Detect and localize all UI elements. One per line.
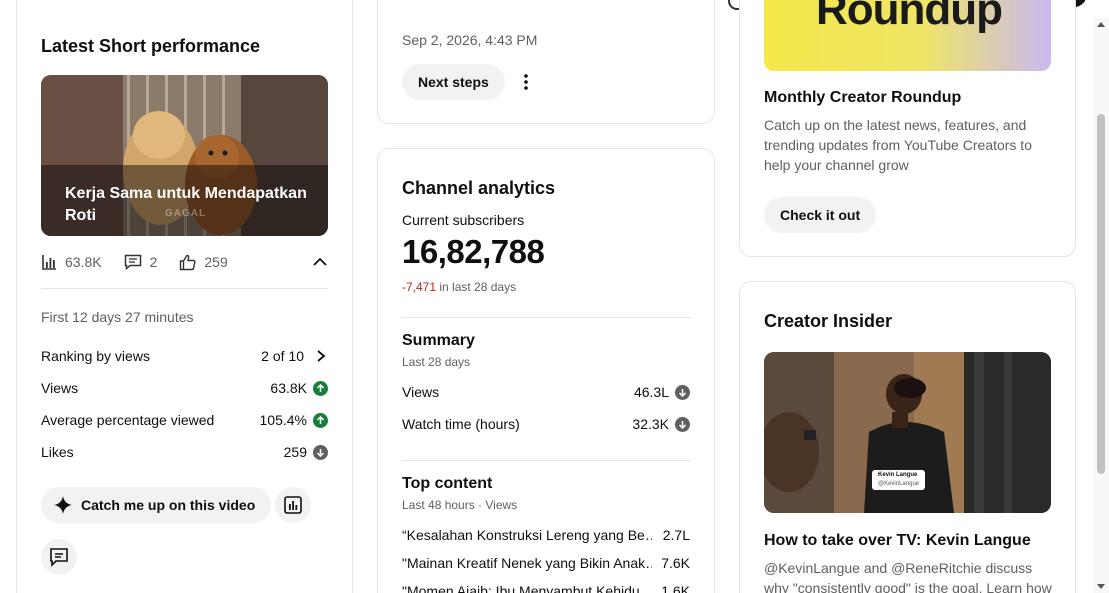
insider-description: @KevinLangue and @ReneRitchie discuss wh… [764, 560, 1052, 593]
roundup-description: Catch up on the latest news, features, a… [764, 117, 1032, 173]
timestamp: Sep 2, 2026, 4:43 PM [402, 32, 538, 48]
insider-title: Creator Insider [764, 311, 893, 331]
arrow-up-icon [313, 380, 328, 396]
short-thumbnail[interactable]: Kerja Sama untuk Mendapatkan Roti GAGAL [41, 75, 328, 236]
creator-insider-card: Creator Insider Kevin Langue @KevinLangu… [739, 281, 1076, 593]
avg-percentage-row: Average percentage viewed 105.4% [41, 412, 328, 428]
views-row: Views 63.8K [41, 380, 328, 396]
arrow-down-icon [313, 444, 328, 460]
top-content-row[interactable]: "Momen Ajaib: Ibu Menyambut Kehidu… 1.6K [402, 583, 690, 593]
ranking-row[interactable]: Ranking by views 2 of 10 [41, 348, 328, 364]
analytics-icon-button[interactable] [275, 487, 311, 523]
divider [41, 288, 328, 289]
catch-me-up-button[interactable]: Catch me up on this video [41, 487, 272, 523]
short-video-title: Kerja Sama untuk Mendapatkan Roti [65, 185, 307, 224]
like-icon [179, 254, 196, 271]
next-steps-button[interactable]: Next steps [402, 64, 505, 100]
page-scrollbar[interactable] [1093, 18, 1109, 593]
divider [402, 460, 691, 461]
roundup-banner[interactable]: Roundup [764, 0, 1051, 71]
watermark-text: GAGAL [165, 208, 207, 219]
views-stat: 63.8K [65, 254, 102, 270]
collapse-chevron-icon[interactable] [312, 254, 328, 270]
more-options-icon[interactable] [518, 71, 538, 93]
summary-title: Summary [402, 332, 475, 349]
likes-row: Likes 259 [41, 444, 328, 460]
comment-icon [124, 254, 142, 271]
latest-short-card: Latest Short performance Kerja Sama untu… [16, 0, 353, 593]
bar-chart-icon [41, 254, 57, 270]
chart-icon [284, 496, 302, 514]
banner-text: Roundup [816, 0, 1003, 34]
analytics-title: Channel analytics [402, 178, 556, 198]
summary-watchtime-row: Watch time (hours) 32.3K [402, 416, 690, 432]
card-title: Latest Short performance [41, 36, 261, 56]
likes-stat: 259 [204, 254, 228, 270]
arrow-up-icon [313, 412, 328, 428]
summary-period: Last 28 days [402, 355, 471, 369]
scroll-thumb[interactable] [1097, 114, 1105, 474]
subscriber-change: -7,471 in last 28 days [402, 280, 517, 294]
next-steps-card: Sep 2, 2026, 4:43 PM Next steps [377, 0, 715, 124]
check-it-out-button[interactable]: Check it out [764, 197, 877, 233]
lower-third: Kevin Langue @KevinLangue [872, 470, 926, 490]
arrow-down-icon [675, 416, 690, 432]
insider-thumbnail[interactable]: Kevin Langue @KevinLangue [764, 352, 1051, 513]
period-text: First 12 days 27 minutes [41, 309, 194, 325]
top-content-row[interactable]: "Mainan Kreatif Nenek yang Bikin Anak… 7… [402, 555, 690, 571]
comments-stat: 2 [149, 254, 158, 270]
roundup-card: Roundup Monthly Creator Roundup Catch up… [739, 0, 1076, 257]
top-content-row[interactable]: “Kesalahan Konstruksi Lereng yang Be… 2.… [402, 527, 690, 543]
top-content-title: Top content [402, 475, 493, 492]
chevron-right-icon[interactable] [314, 349, 328, 363]
scroll-up-icon[interactable] [1097, 22, 1105, 27]
comments-icon-button[interactable] [41, 539, 77, 575]
roundup-title: Monthly Creator Roundup [764, 89, 962, 106]
quick-stats: 63.8K 2 259 [41, 252, 328, 272]
scroll-down-icon[interactable] [1097, 584, 1105, 589]
summary-views-row: Views 46.3L [402, 384, 690, 400]
channel-analytics-card: Channel analytics Current subscribers 16… [377, 148, 715, 593]
subscribers-count: 16,82,788 [402, 233, 545, 270]
top-content-period: Last 48 hours · Views [402, 498, 518, 512]
sparkle-icon [53, 495, 73, 515]
arrow-down-icon [675, 384, 690, 400]
insider-video-title: How to take over TV: Kevin Langue [764, 532, 1031, 549]
comment-icon [50, 548, 68, 567]
subscribers-label: Current subscribers [402, 212, 525, 228]
divider [402, 317, 691, 318]
